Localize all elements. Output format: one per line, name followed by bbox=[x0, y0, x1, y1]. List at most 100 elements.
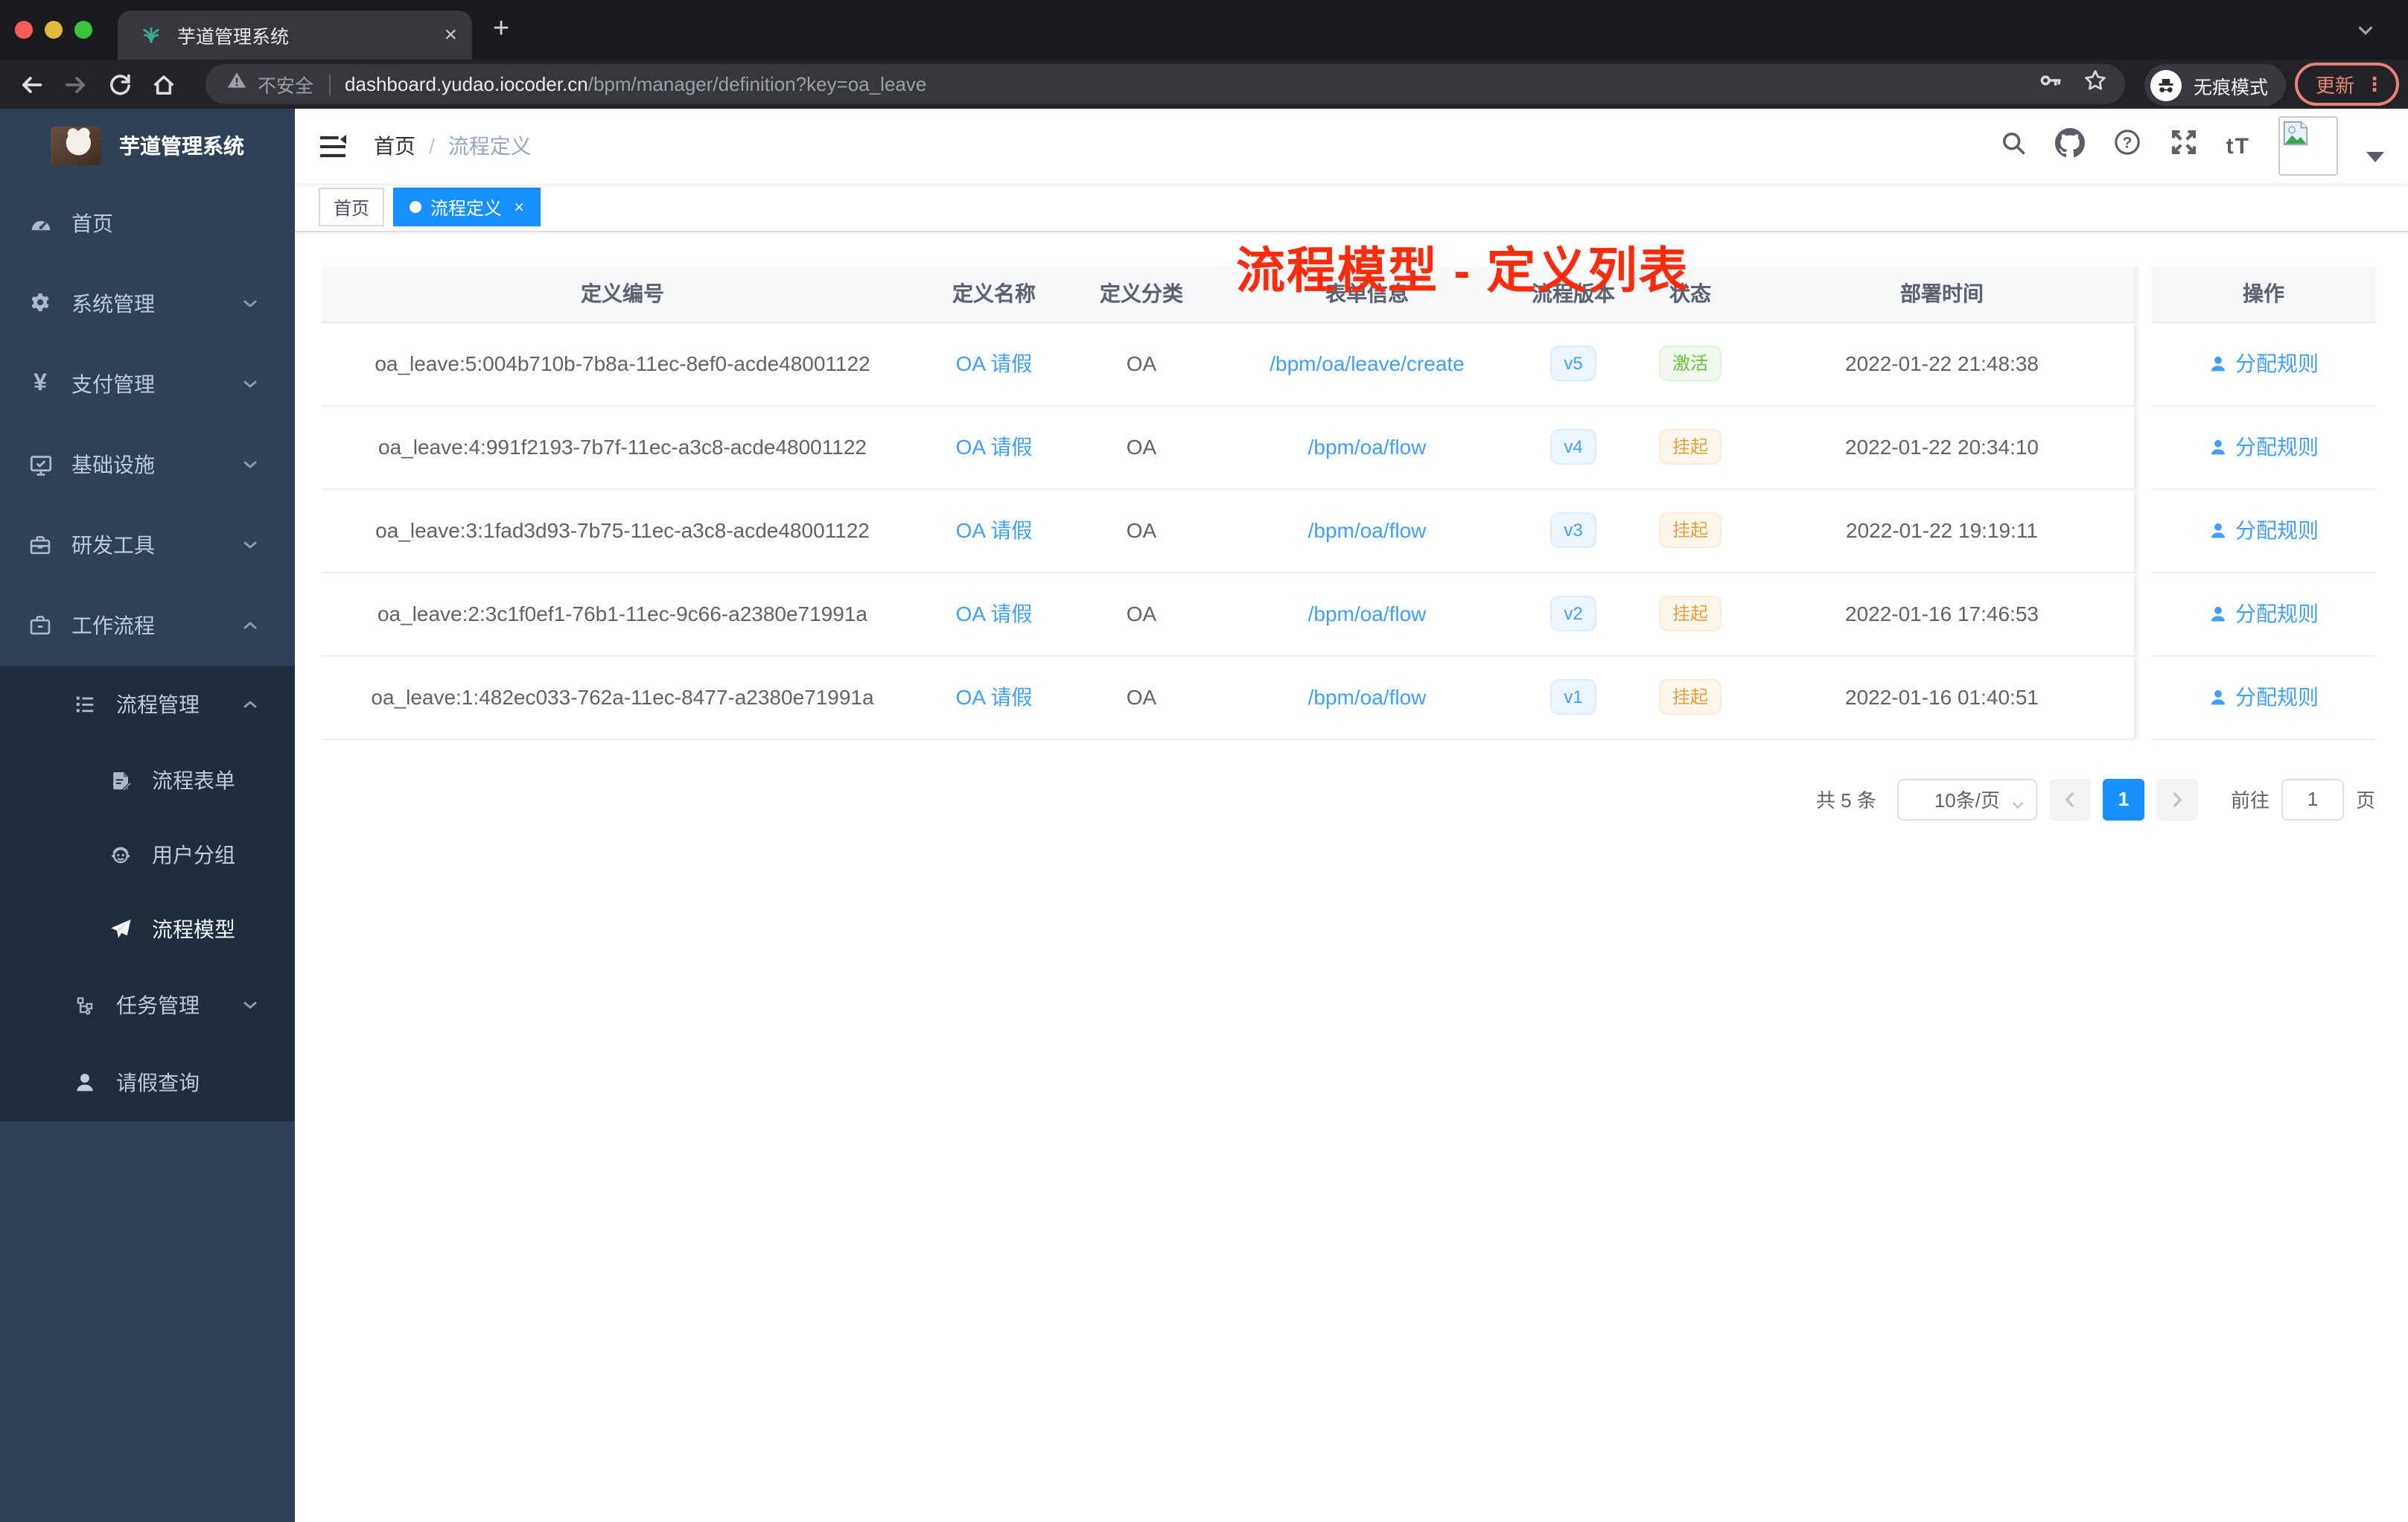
sidebar-item-label: 研发工具 bbox=[71, 533, 155, 557]
sidebar-item-process-manage[interactable]: 流程管理 bbox=[0, 666, 295, 743]
browser-update-button[interactable]: 更新 ⋮ bbox=[2295, 63, 2400, 106]
status-badge: 激活 bbox=[1658, 346, 1721, 381]
tag-home[interactable]: 首页 bbox=[319, 188, 385, 226]
assign-rule-button[interactable]: 分配规则 bbox=[2208, 599, 2319, 628]
status-badge: 挂起 bbox=[1658, 679, 1721, 715]
home-icon[interactable] bbox=[150, 71, 177, 98]
close-window-button[interactable] bbox=[15, 21, 33, 39]
prev-page-button[interactable] bbox=[2048, 778, 2091, 820]
minimize-window-button[interactable] bbox=[45, 21, 63, 39]
cell-deploy-time: 2022-01-22 19:19:11 bbox=[1750, 488, 2134, 573]
col-header-deploy-time: 部署时间 bbox=[1750, 267, 2134, 322]
sidebar-item-label: 流程表单 bbox=[152, 768, 235, 792]
goto-unit-label: 页 bbox=[2355, 789, 2375, 812]
definition-name-link[interactable]: OA 请假 bbox=[956, 602, 1033, 625]
page-size-select[interactable]: 10条/页 bbox=[1896, 778, 2037, 820]
security-label[interactable]: 不安全 bbox=[258, 70, 313, 98]
list-tree-icon bbox=[71, 692, 98, 716]
definition-name-link[interactable]: OA 请假 bbox=[956, 435, 1033, 459]
cell-category: OA bbox=[1065, 405, 1218, 489]
github-icon[interactable] bbox=[2054, 127, 2085, 165]
browser-tab[interactable]: 芋道管理系统 × bbox=[118, 10, 472, 60]
password-key-icon[interactable] bbox=[2039, 69, 2063, 100]
sidebar-item-task-manage[interactable]: 任务管理 bbox=[0, 967, 295, 1044]
flow-tree-icon bbox=[71, 994, 98, 1016]
form-link[interactable]: /bpm/oa/flow bbox=[1308, 685, 1427, 709]
security-warning-icon[interactable] bbox=[226, 70, 247, 98]
breadcrumb-home[interactable]: 首页 bbox=[374, 131, 415, 161]
user-icon bbox=[71, 1071, 98, 1095]
status-badge: 挂起 bbox=[1658, 512, 1721, 548]
caret-down-icon[interactable] bbox=[2366, 151, 2384, 162]
assign-rule-button[interactable]: 分配规则 bbox=[2208, 348, 2319, 378]
breadcrumb-separator: / bbox=[429, 134, 435, 158]
form-link[interactable]: /bpm/oa/leave/create bbox=[1270, 351, 1465, 375]
avatar[interactable] bbox=[2278, 116, 2338, 176]
version-badge[interactable]: v1 bbox=[1550, 679, 1596, 715]
tag-close-icon[interactable]: × bbox=[514, 197, 524, 217]
sidebar-item-process-model[interactable]: 流程模型 bbox=[0, 892, 295, 967]
form-link[interactable]: /bpm/oa/flow bbox=[1308, 435, 1427, 459]
form-link[interactable]: /bpm/oa/flow bbox=[1308, 518, 1427, 542]
sidebar-logo[interactable]: 芋道管理系统 bbox=[0, 109, 295, 183]
address-bar[interactable]: 不安全 dashboard.yudao.iocoder.cn/bpm/manag… bbox=[206, 64, 2125, 104]
user-icon bbox=[2211, 605, 2226, 621]
chevron-down-icon bbox=[241, 295, 259, 313]
sidebar-item-payment[interactable]: ¥ 支付管理 bbox=[0, 344, 295, 424]
sidebar-item-user-group[interactable]: 用户分组 bbox=[0, 818, 295, 892]
definition-name-link[interactable]: OA 请假 bbox=[956, 685, 1033, 709]
cell-category: OA bbox=[1065, 322, 1218, 406]
sidebar-item-process-form[interactable]: 流程表单 bbox=[0, 743, 295, 818]
cell-deploy-time: 2022-01-16 01:40:51 bbox=[1750, 655, 2134, 739]
assign-rule-button[interactable]: 分配规则 bbox=[2208, 682, 2319, 712]
help-question-icon[interactable]: ? bbox=[2113, 128, 2141, 164]
assign-rule-button[interactable]: 分配规则 bbox=[2208, 432, 2319, 462]
version-badge[interactable]: v2 bbox=[1550, 596, 1596, 631]
paper-plane-icon bbox=[107, 917, 134, 941]
chevron-down-icon bbox=[241, 375, 259, 393]
chevron-up-icon bbox=[241, 617, 259, 634]
page-content: 定义编号 定义名称 定义分类 表单信息 流程版本 状态 部署时间 操作 oa_l… bbox=[295, 232, 2408, 820]
search-icon[interactable] bbox=[2000, 129, 2027, 163]
definition-name-link[interactable]: OA 请假 bbox=[956, 518, 1033, 542]
version-badge[interactable]: v5 bbox=[1550, 346, 1596, 381]
window-controls[interactable] bbox=[15, 21, 92, 39]
bookmark-star-icon[interactable] bbox=[2083, 69, 2107, 100]
cell-deploy-time: 2022-01-22 20:34:10 bbox=[1750, 405, 2134, 489]
sidebar-item-devtools[interactable]: 研发工具 bbox=[0, 505, 295, 585]
sidebar-item-workflow[interactable]: 工作流程 bbox=[0, 585, 295, 666]
font-size-icon[interactable]: tT bbox=[2226, 133, 2250, 159]
assign-rule-button[interactable]: 分配规则 bbox=[2208, 515, 2319, 545]
tab-list-chevron-icon[interactable] bbox=[2356, 21, 2375, 48]
col-header-category: 定义分类 bbox=[1065, 267, 1218, 322]
goto-page-input[interactable] bbox=[2281, 778, 2344, 820]
reload-icon[interactable] bbox=[107, 71, 133, 97]
sidebar-item-label: 用户分组 bbox=[152, 843, 235, 867]
forward-icon[interactable] bbox=[63, 71, 89, 98]
sidebar-item-system[interactable]: 系统管理 bbox=[0, 264, 295, 344]
tab-close-icon[interactable]: × bbox=[444, 24, 457, 46]
sidebar-item-leave-query[interactable]: 请假查询 bbox=[0, 1044, 295, 1121]
current-page-button[interactable]: 1 bbox=[2102, 778, 2144, 820]
sidebar-item-infra[interactable]: 基础设施 bbox=[0, 424, 295, 505]
maximize-window-button[interactable] bbox=[74, 21, 92, 39]
sidebar-toggle-icon[interactable] bbox=[319, 132, 347, 160]
update-label[interactable]: 更新 bbox=[2316, 70, 2354, 98]
form-link[interactable]: /bpm/oa/flow bbox=[1308, 602, 1427, 625]
sidebar-item-label: 基础设施 bbox=[71, 453, 155, 477]
dashboard-icon bbox=[27, 211, 54, 236]
robot-face-icon bbox=[107, 843, 134, 867]
tag-process-definition[interactable]: 流程定义 × bbox=[393, 188, 541, 226]
back-icon[interactable] bbox=[18, 71, 45, 98]
fullscreen-icon[interactable] bbox=[2170, 128, 2198, 164]
next-page-button[interactable] bbox=[2156, 778, 2198, 820]
toolbox-icon bbox=[27, 533, 54, 557]
version-badge[interactable]: v4 bbox=[1550, 429, 1596, 465]
version-badge[interactable]: v3 bbox=[1550, 512, 1596, 548]
new-tab-button[interactable]: + bbox=[493, 13, 509, 46]
browser-menu-icon[interactable]: ⋮ bbox=[2365, 72, 2384, 96]
definition-name-link[interactable]: OA 请假 bbox=[956, 351, 1033, 375]
sidebar-item-home[interactable]: 首页 bbox=[0, 183, 295, 264]
gear-icon bbox=[27, 292, 54, 316]
chevron-up-icon bbox=[241, 695, 259, 713]
